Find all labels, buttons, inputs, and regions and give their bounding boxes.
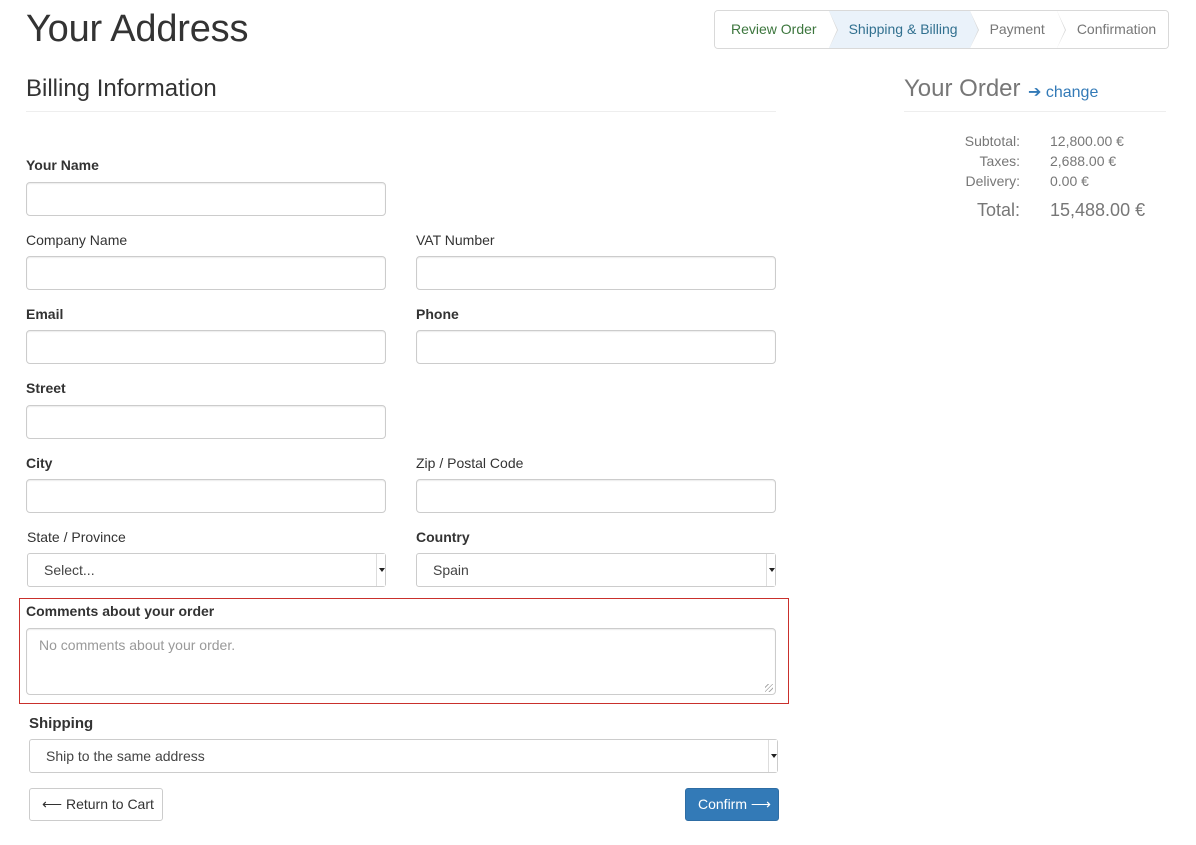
taxes-value: 2,688.00 € bbox=[1050, 153, 1117, 169]
return-to-cart-label: Return to Cart bbox=[65, 796, 154, 812]
order-divider bbox=[904, 111, 1166, 112]
shipping-select[interactable]: Ship to the same address bbox=[29, 739, 778, 773]
chevron-down-icon bbox=[766, 554, 775, 586]
subtotal-value: 12,800.00 € bbox=[1050, 133, 1124, 149]
country-select[interactable]: Spain bbox=[416, 553, 776, 587]
page-title: Your Address bbox=[26, 8, 249, 50]
delivery-value: 0.00 € bbox=[1050, 173, 1089, 189]
total-value: 15,488.00 € bbox=[1050, 200, 1146, 220]
change-link[interactable]: ➔ change bbox=[1028, 82, 1098, 102]
company-label: Company Name bbox=[26, 232, 128, 248]
phone-input[interactable] bbox=[416, 330, 776, 364]
zip-input[interactable] bbox=[416, 479, 776, 513]
company-input[interactable] bbox=[26, 256, 386, 290]
name-label: Your Name bbox=[26, 157, 99, 173]
state-label: State / Province bbox=[27, 529, 126, 545]
email-input[interactable] bbox=[26, 330, 386, 364]
state-select-value: Select... bbox=[44, 562, 95, 578]
city-input[interactable] bbox=[26, 479, 386, 513]
order-title: Your Order bbox=[904, 75, 1021, 102]
country-label: Country bbox=[416, 529, 470, 545]
state-select[interactable]: Select... bbox=[27, 553, 386, 587]
chevron-down-icon bbox=[768, 740, 777, 772]
arrow-right-icon: ➔ bbox=[1028, 84, 1042, 101]
step-review-order[interactable]: Review Order bbox=[715, 11, 838, 48]
zip-label: Zip / Postal Code bbox=[416, 455, 524, 471]
comments-placeholder: No comments about your order. bbox=[39, 637, 236, 653]
section-divider bbox=[26, 111, 776, 112]
taxes-label: Taxes: bbox=[979, 153, 1020, 169]
confirm-label: Confirm bbox=[698, 796, 748, 812]
subtotal-label: Subtotal: bbox=[964, 133, 1020, 149]
return-to-cart-button[interactable]: ⟵ Return to Cart bbox=[29, 788, 163, 821]
shipping-label: Shipping bbox=[29, 715, 94, 732]
name-input[interactable] bbox=[26, 182, 386, 216]
street-input[interactable] bbox=[26, 405, 386, 439]
billing-section-title: Billing Information bbox=[26, 75, 217, 102]
change-label: change bbox=[1045, 84, 1099, 101]
comments-label: Comments about your order bbox=[26, 603, 215, 619]
checkout-steps: Review Order Shipping & Billing Payment … bbox=[714, 10, 1170, 49]
vat-input[interactable] bbox=[416, 256, 776, 290]
street-label: Street bbox=[26, 380, 66, 396]
confirm-button[interactable]: Confirm ⟶ bbox=[685, 788, 779, 821]
chevron-down-icon bbox=[376, 554, 385, 586]
arrow-left-icon: ⟵ bbox=[42, 796, 63, 812]
step-shipping-billing[interactable]: Shipping & Billing bbox=[828, 11, 979, 48]
country-select-value: Spain bbox=[433, 562, 469, 578]
comments-textarea[interactable]: No comments about your order. bbox=[26, 628, 776, 695]
resize-grip-icon[interactable] bbox=[765, 684, 773, 692]
arrow-right-icon: ⟶ bbox=[750, 796, 771, 812]
total-label: Total: bbox=[976, 200, 1020, 220]
step-payment: Payment bbox=[969, 11, 1067, 48]
vat-label: VAT Number bbox=[416, 232, 495, 248]
city-label: City bbox=[26, 455, 53, 471]
shipping-select-value: Ship to the same address bbox=[46, 748, 205, 764]
email-label: Email bbox=[26, 306, 64, 322]
delivery-label: Delivery: bbox=[965, 173, 1020, 189]
step-confirmation: Confirmation bbox=[1056, 11, 1169, 48]
phone-label: Phone bbox=[416, 306, 459, 322]
